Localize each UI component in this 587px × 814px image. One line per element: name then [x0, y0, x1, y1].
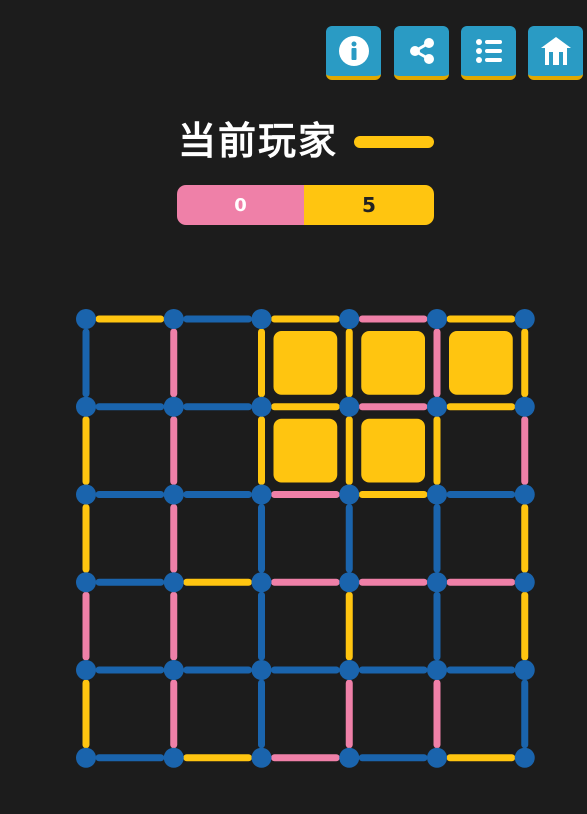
grid-dot [251, 572, 272, 593]
grid-dot [339, 309, 360, 329]
grid-dot [163, 747, 184, 768]
grid-dot [163, 484, 184, 505]
grid-dot [339, 747, 360, 768]
claimed-box [449, 331, 513, 395]
claimed-box [273, 418, 338, 483]
grid-dot [251, 484, 272, 505]
grid-dot [163, 396, 184, 417]
grid-dot [514, 660, 535, 680]
grid-dot [76, 484, 96, 505]
grid-dot [514, 396, 535, 417]
grid-dot [427, 309, 447, 329]
grid-dot [76, 572, 96, 593]
grid-dot [76, 747, 96, 768]
game-board [76, 309, 535, 768]
claimed-box [361, 418, 425, 483]
grid-dot [514, 484, 535, 505]
grid-dot [427, 747, 447, 768]
grid-dot [339, 660, 360, 680]
grid-dot [163, 309, 184, 329]
grid-dot [427, 396, 447, 417]
grid-dot [427, 484, 447, 505]
grid-dot [514, 309, 535, 329]
grid-dot [339, 396, 360, 417]
grid-dot [251, 747, 272, 768]
claimed-box [273, 331, 338, 395]
grid-dot [251, 396, 272, 417]
grid-dot [251, 660, 272, 680]
grid-dot [514, 747, 535, 768]
grid-dot [427, 572, 447, 593]
claimed-box [361, 331, 425, 395]
grid-dot [339, 484, 360, 505]
grid-dot [76, 660, 96, 680]
grid-dot [427, 660, 447, 680]
grid-dot [163, 660, 184, 680]
grid-dot [251, 309, 272, 329]
grid-dot [339, 572, 360, 593]
grid-dot [76, 309, 96, 329]
grid-dot [163, 572, 184, 593]
grid-dot [514, 572, 535, 593]
grid-dot [76, 396, 96, 417]
